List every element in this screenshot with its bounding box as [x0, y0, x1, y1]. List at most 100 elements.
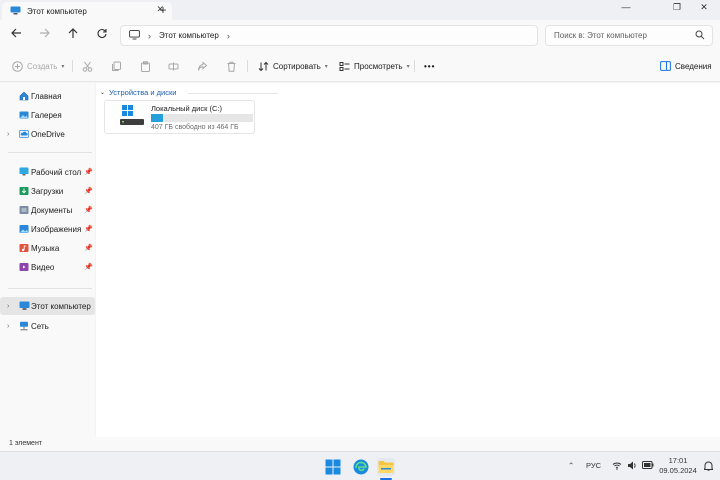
sidebar-item-gallery[interactable]: Галерея	[0, 106, 95, 124]
documents-folder-icon	[19, 205, 29, 217]
pin-icon[interactable]: 📌	[84, 263, 93, 271]
more-options-button[interactable]: •••	[424, 59, 435, 73]
volume-icon[interactable]	[627, 461, 637, 472]
breadcrumb-chevron-icon[interactable]: ›	[227, 31, 230, 41]
chevron-right-icon[interactable]: ›	[7, 323, 9, 330]
new-tab-button[interactable]: +	[156, 2, 170, 18]
pictures-folder-icon	[19, 224, 29, 236]
details-button[interactable]: Сведения	[658, 59, 712, 73]
monitor-icon	[19, 301, 30, 313]
navigation-pane: Главная Галерея › OneDrive Рабочий стол …	[0, 83, 95, 437]
file-explorer-button[interactable]	[377, 458, 395, 476]
sidebar-item-pictures[interactable]: Изображения 📌	[0, 220, 95, 238]
divider	[247, 60, 248, 72]
sidebar-item-label: Видео	[31, 262, 55, 272]
clock-time: 17:01	[668, 456, 688, 465]
maximize-button[interactable]: ❐	[667, 2, 687, 16]
pin-icon[interactable]: 📌	[84, 206, 93, 214]
paste-button[interactable]	[138, 59, 152, 73]
cut-button[interactable]	[80, 59, 94, 73]
group-header-devices[interactable]: ⌄ Устройства и диски	[100, 88, 176, 97]
pin-icon[interactable]: 📌	[84, 225, 93, 233]
close-window-button[interactable]: ✕	[694, 2, 714, 16]
language-indicator[interactable]: РУС	[586, 461, 601, 470]
sort-button[interactable]: Сортировать ▾	[256, 59, 328, 73]
sidebar-item-desktop[interactable]: Рабочий стол 📌	[0, 163, 95, 181]
item-count: 1 элемент	[9, 440, 43, 447]
title-bar: Этот компьютер ✕ + — ❐ ✕	[0, 0, 720, 20]
show-hidden-icons-button[interactable]: ⌃	[568, 461, 574, 470]
file-list-pane[interactable]: ⌄ Устройства и диски Локальный диск (C:)…	[96, 83, 720, 437]
sidebar-item-onedrive[interactable]: › OneDrive	[0, 125, 95, 143]
battery-icon[interactable]	[642, 461, 654, 471]
drive-tile-c[interactable]: Локальный диск (C:) 407 ГБ свободно из 4…	[104, 100, 255, 134]
pin-icon[interactable]: 📌	[84, 168, 93, 176]
chevron-right-icon[interactable]: ›	[7, 303, 9, 310]
tab-title: Этот компьютер	[27, 6, 87, 16]
breadcrumb-this-pc[interactable]: Этот компьютер	[159, 31, 219, 40]
rename-button[interactable]	[166, 59, 180, 73]
minimize-button[interactable]: —	[616, 2, 636, 16]
gallery-icon	[19, 110, 29, 122]
monitor-icon	[129, 29, 140, 42]
downloads-folder-icon	[19, 186, 29, 198]
navigation-bar: › Этот компьютер › Поиск в: Этот компьют…	[0, 20, 720, 50]
taskbar: ⌃ РУС 17:01 09.05.2024	[0, 451, 720, 480]
sidebar-item-music[interactable]: Музыка 📌	[0, 239, 95, 257]
refresh-icon	[97, 28, 107, 38]
wifi-icon[interactable]	[612, 461, 622, 472]
edge-browser-button[interactable]	[352, 458, 370, 476]
sidebar-item-label: Музыка	[31, 243, 60, 253]
divider	[414, 60, 415, 72]
address-bar[interactable]: › Этот компьютер ›	[120, 25, 538, 46]
chevron-down-icon: ▾	[61, 63, 65, 70]
tab-this-pc[interactable]: Этот компьютер ✕	[2, 2, 172, 20]
sidebar-item-home[interactable]: Главная	[0, 87, 95, 105]
refresh-button[interactable]	[94, 28, 110, 42]
copy-icon	[109, 59, 123, 73]
network-icon	[19, 321, 29, 333]
delete-button[interactable]	[224, 59, 238, 73]
drive-free-space: 407 ГБ свободно из 464 ГБ	[151, 124, 239, 131]
sidebar-item-network[interactable]: › Сеть	[0, 317, 95, 335]
chevron-down-icon[interactable]: ⌄	[100, 89, 105, 96]
sidebar-item-label: OneDrive	[31, 129, 65, 139]
desktop-folder-icon	[19, 167, 29, 178]
pin-icon[interactable]: 📌	[84, 187, 93, 195]
search-placeholder: Поиск в: Этот компьютер	[554, 31, 647, 40]
view-list-icon	[337, 59, 351, 73]
chevron-down-icon: ▾	[406, 63, 410, 70]
edge-icon	[353, 459, 369, 475]
copy-button[interactable]	[109, 59, 123, 73]
share-button[interactable]	[195, 59, 209, 73]
sort-label: Сортировать	[273, 61, 321, 71]
view-button[interactable]: Просмотреть ▾	[337, 59, 410, 73]
sidebar-item-label: Этот компьютер	[31, 301, 91, 311]
search-input[interactable]: Поиск в: Этот компьютер	[545, 25, 713, 46]
sidebar-item-documents[interactable]: Документы 📌	[0, 201, 95, 219]
back-button[interactable]	[8, 28, 24, 42]
sidebar-item-videos[interactable]: Видео 📌	[0, 258, 95, 276]
clock[interactable]: 17:01 09.05.2024	[658, 456, 698, 476]
windows-logo-icon	[325, 459, 341, 475]
sidebar-item-downloads[interactable]: Загрузки 📌	[0, 182, 95, 200]
view-label: Просмотреть	[354, 61, 403, 71]
forward-arrow-icon	[39, 28, 50, 38]
sidebar-item-label: Главная	[31, 91, 62, 101]
rename-icon	[166, 59, 180, 73]
divider	[72, 60, 73, 72]
chevron-right-icon[interactable]: ›	[7, 131, 9, 138]
videos-folder-icon	[19, 262, 29, 274]
plus-circle-icon	[10, 59, 24, 73]
drive-usage-fill	[151, 114, 164, 122]
pin-icon[interactable]: 📌	[84, 244, 93, 252]
sidebar-item-this-pc[interactable]: › Этот компьютер	[0, 297, 95, 315]
sidebar-item-label: Документы	[31, 205, 73, 215]
up-button[interactable]	[65, 28, 81, 42]
start-button[interactable]	[324, 458, 342, 476]
divider	[8, 152, 92, 153]
notification-bell-icon[interactable]	[702, 461, 715, 473]
forward-button[interactable]	[36, 28, 52, 42]
trash-icon	[224, 59, 238, 73]
create-button[interactable]: Создать ▾	[10, 59, 64, 73]
